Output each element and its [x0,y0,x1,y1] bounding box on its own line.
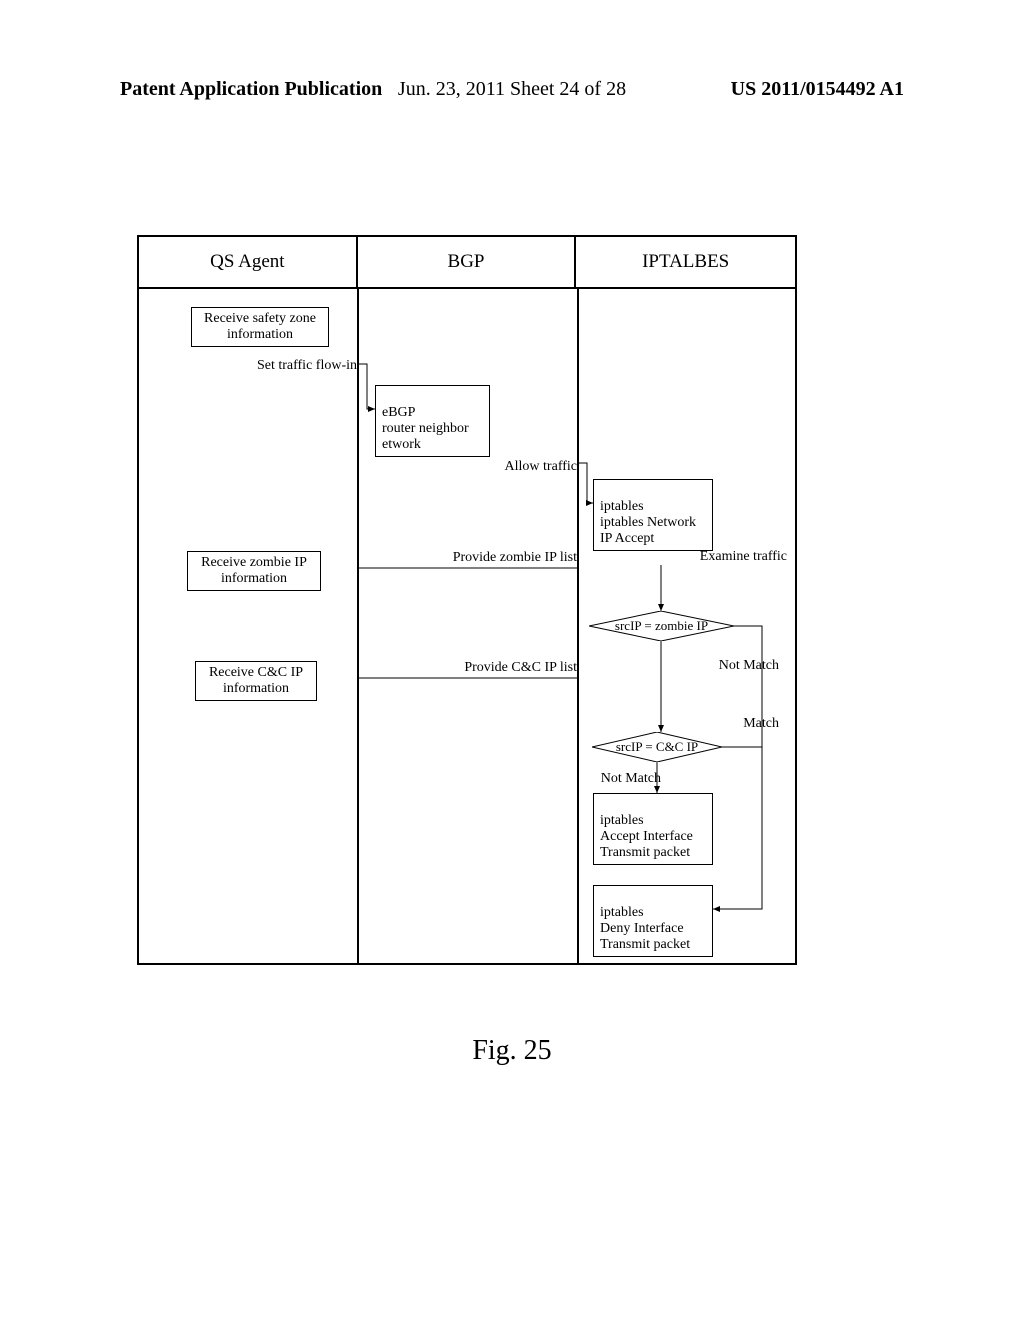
box-iptables-accept-interface: iptables Accept Interface Transmit packe… [593,793,713,865]
label-allow-traffic: Allow traffic [439,459,577,475]
text-receive-zombie: Receive zombie IP information [201,555,307,586]
column-header-iptables: IPTALBES [576,237,795,289]
text-iptables-accept-net: iptables iptables Network IP Accept [600,499,696,546]
box-receive-cc-ip: Receive C&C IP information [195,661,317,701]
box-iptables-network-accept: iptables iptables Network IP Accept [593,479,713,551]
text-iptables-deny-if: iptables Deny Interface Transmit packet [600,905,690,952]
diagram-container: QS Agent BGP IPTALBES Receive safety zon… [137,235,797,965]
header-right: US 2011/0154492 A1 [731,78,904,101]
label-examine-traffic: Examine traffic [647,549,787,565]
text-receive-cc: Receive C&C IP information [209,665,303,696]
text-decision-zombie: srcIP = zombie IP [589,618,734,634]
text-ebgp: eBGP router neighbor etwork [382,405,469,452]
label-provide-zombie-ip-list: Provide zombie IP list [417,550,577,566]
decision-cc-ip: srcIP = C&C IP [592,732,722,762]
header-center: Jun. 23, 2011 Sheet 24 of 28 [398,78,626,101]
decision-zombie-ip: srcIP = zombie IP [589,611,734,641]
label-match: Match [699,716,779,732]
label-provide-cc-ip-list: Provide C&C IP list [417,660,577,676]
column-header-bgp: BGP [358,237,577,289]
box-iptables-deny-interface: iptables Deny Interface Transmit packet [593,885,713,957]
column-divider-2 [577,289,579,965]
box-ebgp: eBGP router neighbor etwork [375,385,490,457]
label-set-traffic-flow-in: Set traffic flow-in [219,358,357,374]
box-receive-zombie-ip: Receive zombie IP information [187,551,321,591]
text-decision-cc: srcIP = C&C IP [592,739,722,755]
column-divider-1 [357,289,359,965]
box-receive-safety-zone: Receive safety zone information [191,307,329,347]
text-iptables-accept-if: iptables Accept Interface Transmit packe… [600,813,693,860]
text-receive-safety: Receive safety zone information [204,311,316,342]
column-header-qs-agent: QS Agent [139,237,358,289]
figure-label: Fig. 25 [0,1035,1024,1067]
label-not-match-1: Not Match [679,658,779,674]
label-not-match-2: Not Match [589,771,661,787]
header-left: Patent Application Publication [120,78,382,101]
